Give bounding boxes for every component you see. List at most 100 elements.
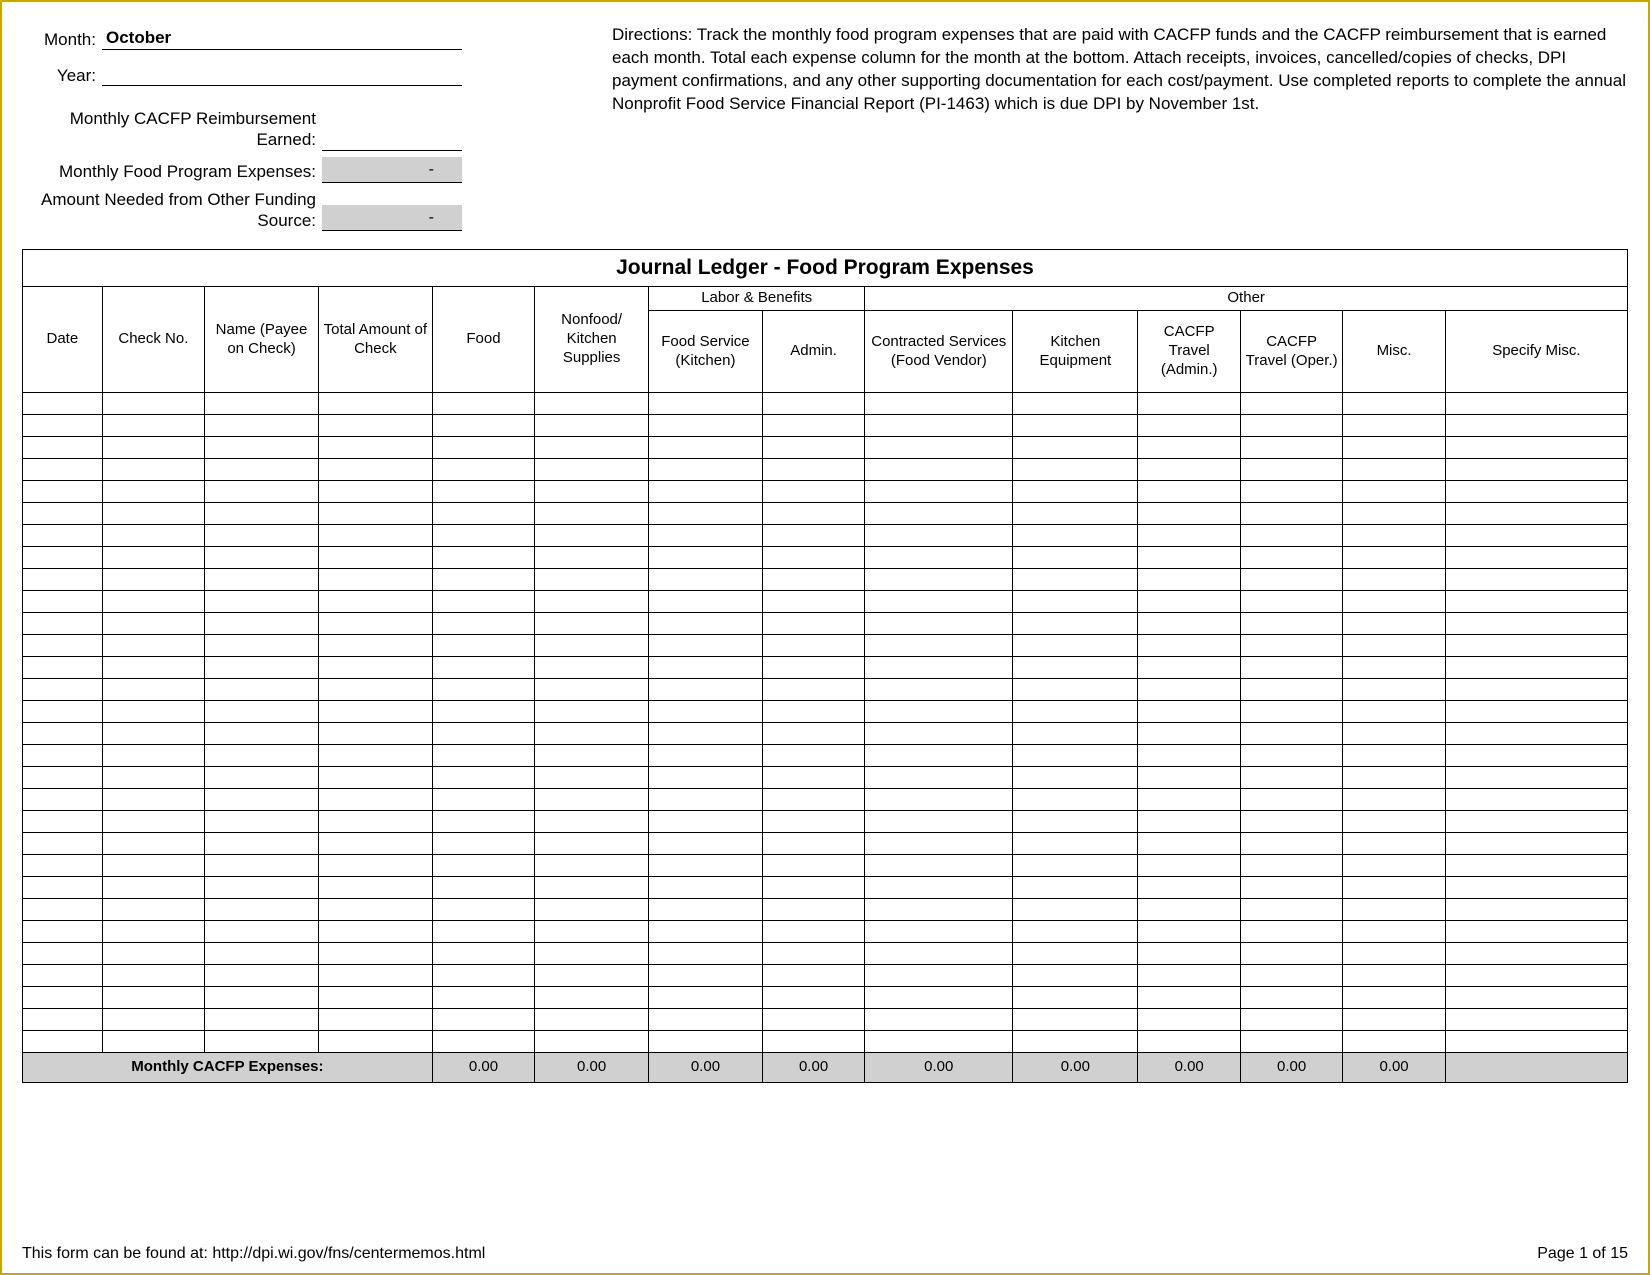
table-cell[interactable] xyxy=(649,811,763,833)
table-cell[interactable] xyxy=(1138,613,1240,635)
table-cell[interactable] xyxy=(318,525,432,547)
table-cell[interactable] xyxy=(1013,613,1138,635)
table-cell[interactable] xyxy=(432,437,534,459)
table-cell[interactable] xyxy=(535,1009,649,1031)
table-cell[interactable] xyxy=(23,569,103,591)
table-cell[interactable] xyxy=(649,393,763,415)
table-cell[interactable] xyxy=(1240,833,1342,855)
table-cell[interactable] xyxy=(318,701,432,723)
table-cell[interactable] xyxy=(318,591,432,613)
table-cell[interactable] xyxy=(318,767,432,789)
table-cell[interactable] xyxy=(762,1009,864,1031)
table-cell[interactable] xyxy=(762,547,864,569)
table-cell[interactable] xyxy=(762,877,864,899)
table-cell[interactable] xyxy=(432,899,534,921)
table-cell[interactable] xyxy=(1343,613,1445,635)
table-cell[interactable] xyxy=(318,415,432,437)
table-cell[interactable] xyxy=(1240,415,1342,437)
table-cell[interactable] xyxy=(432,987,534,1009)
table-cell[interactable] xyxy=(649,965,763,987)
table-cell[interactable] xyxy=(1013,459,1138,481)
table-cell[interactable] xyxy=(1445,679,1627,701)
table-cell[interactable] xyxy=(1343,767,1445,789)
table-cell[interactable] xyxy=(1240,811,1342,833)
table-cell[interactable] xyxy=(865,855,1013,877)
table-cell[interactable] xyxy=(23,899,103,921)
table-cell[interactable] xyxy=(1240,987,1342,1009)
table-cell[interactable] xyxy=(535,437,649,459)
table-cell[interactable] xyxy=(318,657,432,679)
table-cell[interactable] xyxy=(649,613,763,635)
table-cell[interactable] xyxy=(1240,789,1342,811)
table-cell[interactable] xyxy=(318,789,432,811)
table-cell[interactable] xyxy=(1240,965,1342,987)
table-cell[interactable] xyxy=(535,525,649,547)
table-cell[interactable] xyxy=(1013,767,1138,789)
table-cell[interactable] xyxy=(23,811,103,833)
table-cell[interactable] xyxy=(1343,437,1445,459)
table-cell[interactable] xyxy=(205,657,319,679)
table-cell[interactable] xyxy=(102,459,204,481)
table-cell[interactable] xyxy=(649,1031,763,1053)
table-cell[interactable] xyxy=(318,393,432,415)
table-cell[interactable] xyxy=(1240,877,1342,899)
table-cell[interactable] xyxy=(1013,965,1138,987)
table-cell[interactable] xyxy=(432,811,534,833)
table-cell[interactable] xyxy=(102,437,204,459)
table-cell[interactable] xyxy=(865,415,1013,437)
table-cell[interactable] xyxy=(1138,855,1240,877)
table-cell[interactable] xyxy=(102,613,204,635)
table-cell[interactable] xyxy=(205,987,319,1009)
table-cell[interactable] xyxy=(1138,1009,1240,1031)
table-cell[interactable] xyxy=(23,745,103,767)
table-cell[interactable] xyxy=(762,393,864,415)
table-cell[interactable] xyxy=(1343,459,1445,481)
table-cell[interactable] xyxy=(535,789,649,811)
table-cell[interactable] xyxy=(865,789,1013,811)
table-cell[interactable] xyxy=(1138,723,1240,745)
table-cell[interactable] xyxy=(318,503,432,525)
reimbursement-input[interactable] xyxy=(322,129,462,151)
table-cell[interactable] xyxy=(535,415,649,437)
table-cell[interactable] xyxy=(23,767,103,789)
table-cell[interactable] xyxy=(205,635,319,657)
table-cell[interactable] xyxy=(102,899,204,921)
table-cell[interactable] xyxy=(1138,591,1240,613)
table-cell[interactable] xyxy=(23,701,103,723)
table-cell[interactable] xyxy=(535,1031,649,1053)
table-cell[interactable] xyxy=(1013,921,1138,943)
table-cell[interactable] xyxy=(1013,657,1138,679)
table-cell[interactable] xyxy=(102,789,204,811)
table-cell[interactable] xyxy=(1445,745,1627,767)
table-cell[interactable] xyxy=(1445,767,1627,789)
table-cell[interactable] xyxy=(102,569,204,591)
table-cell[interactable] xyxy=(1240,481,1342,503)
table-cell[interactable] xyxy=(318,855,432,877)
table-cell[interactable] xyxy=(102,415,204,437)
table-cell[interactable] xyxy=(1013,1009,1138,1031)
table-cell[interactable] xyxy=(102,635,204,657)
table-cell[interactable] xyxy=(1138,569,1240,591)
table-cell[interactable] xyxy=(1445,701,1627,723)
table-cell[interactable] xyxy=(865,525,1013,547)
table-cell[interactable] xyxy=(649,745,763,767)
table-cell[interactable] xyxy=(1138,415,1240,437)
table-cell[interactable] xyxy=(649,503,763,525)
table-cell[interactable] xyxy=(1445,613,1627,635)
table-cell[interactable] xyxy=(318,635,432,657)
table-cell[interactable] xyxy=(1138,459,1240,481)
table-cell[interactable] xyxy=(865,1009,1013,1031)
table-cell[interactable] xyxy=(762,767,864,789)
table-cell[interactable] xyxy=(318,1009,432,1031)
table-cell[interactable] xyxy=(1240,459,1342,481)
table-cell[interactable] xyxy=(865,635,1013,657)
table-cell[interactable] xyxy=(865,393,1013,415)
table-cell[interactable] xyxy=(23,943,103,965)
table-cell[interactable] xyxy=(762,745,864,767)
table-cell[interactable] xyxy=(1343,965,1445,987)
table-cell[interactable] xyxy=(432,723,534,745)
table-cell[interactable] xyxy=(318,569,432,591)
table-cell[interactable] xyxy=(23,547,103,569)
table-cell[interactable] xyxy=(649,415,763,437)
table-cell[interactable] xyxy=(865,679,1013,701)
